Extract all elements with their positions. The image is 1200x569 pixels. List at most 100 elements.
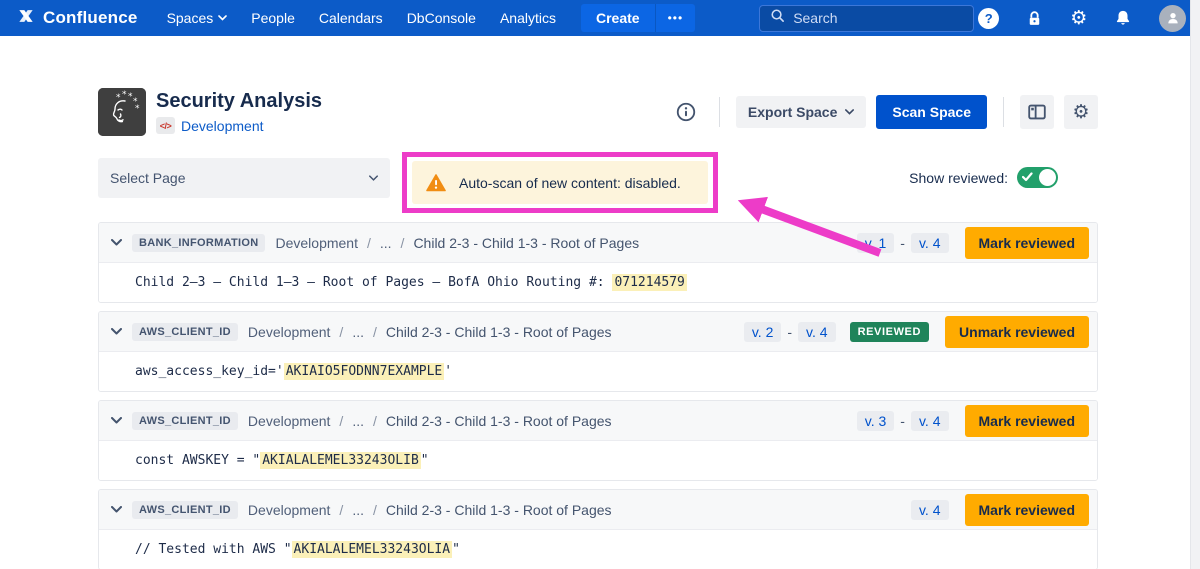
space-settings-button[interactable]: ⚙: [1064, 95, 1098, 129]
version-chip[interactable]: v. 4: [798, 322, 836, 342]
info-button[interactable]: [669, 95, 703, 129]
version-dash: -: [900, 413, 905, 429]
version-chip[interactable]: v. 1: [857, 233, 895, 253]
export-space-button[interactable]: Export Space: [736, 96, 866, 128]
code-text: aws_access_key_id=': [135, 364, 284, 379]
svg-text:*: *: [116, 93, 121, 103]
collapse-caret-icon[interactable]: [111, 239, 122, 246]
breadcrumb-page-link[interactable]: Child 2-3 - Child 1-3 - Root of Pages: [386, 502, 612, 518]
breadcrumb-separator: /: [339, 413, 343, 429]
nav-item-people[interactable]: People: [240, 5, 306, 31]
finding-card: AWS_CLIENT_ID Development / ... / Child …: [98, 489, 1098, 569]
review-action-button[interactable]: Mark reviewed: [965, 494, 1090, 526]
version-chip[interactable]: v. 2: [744, 322, 782, 342]
code-text: const AWSKEY = ": [135, 453, 260, 468]
finding-card: AWS_CLIENT_ID Development / ... / Child …: [98, 311, 1098, 392]
code-text: ": [421, 453, 429, 468]
reviewed-badge: REVIEWED: [850, 322, 929, 342]
svg-text:*: *: [135, 104, 140, 114]
secret-highlight: 071214579: [612, 274, 686, 291]
lock-icon: [1025, 9, 1044, 28]
search-bar[interactable]: [759, 5, 974, 32]
top-nav: Confluence Spaces People Calendars DbCon…: [0, 0, 1190, 36]
breadcrumb-page-link[interactable]: Child 2-3 - Child 1-3 - Root of Pages: [413, 235, 639, 251]
nav-item-analytics[interactable]: Analytics: [489, 5, 567, 31]
breadcrumb-space-link[interactable]: Development: [248, 502, 331, 518]
finding-snippet: aws_access_key_id='AKIAIO5FODNN7EXAMPLE': [99, 352, 1097, 391]
user-avatar[interactable]: [1159, 5, 1186, 32]
breadcrumb: Development / ... / Child 2-3 - Child 1-…: [248, 324, 612, 340]
finding-snippet: const AWSKEY = "AKIALALEMEL33243OLIB": [99, 441, 1097, 480]
breadcrumb-page-link[interactable]: Child 2-3 - Child 1-3 - Root of Pages: [386, 413, 612, 429]
nav-item-calendars[interactable]: Calendars: [308, 5, 394, 31]
finding-header: BANK_INFORMATION Development / ... / Chi…: [99, 223, 1097, 263]
scrollbar[interactable]: [1190, 0, 1200, 569]
create-button[interactable]: Create: [581, 4, 655, 32]
version-dash: -: [900, 235, 905, 251]
breadcrumb-separator: /: [339, 502, 343, 518]
nav-item-label: Calendars: [319, 10, 383, 26]
nav-item-label: DbConsole: [407, 10, 476, 26]
notifications-button[interactable]: [1113, 8, 1133, 28]
dev-space-icon: </>: [156, 117, 175, 134]
chevron-down-icon: [369, 175, 378, 181]
scan-space-button[interactable]: Scan Space: [876, 95, 987, 129]
collapse-caret-icon[interactable]: [111, 328, 122, 335]
breadcrumb-ellipsis[interactable]: ...: [352, 324, 364, 340]
show-reviewed-control: Show reviewed:: [909, 167, 1058, 188]
finding-snippet: Child 2–3 – Child 1–3 – Root of Pages – …: [99, 263, 1097, 302]
collapse-caret-icon[interactable]: [111, 417, 122, 424]
space-link[interactable]: Development: [181, 118, 264, 134]
search-input[interactable]: [793, 10, 963, 26]
help-button[interactable]: ?: [978, 8, 999, 29]
info-icon: [675, 101, 697, 123]
nav-item-dbconsole[interactable]: DbConsole: [396, 5, 487, 31]
collapse-caret-icon[interactable]: [111, 506, 122, 513]
version-range: v. 2-v. 4: [744, 322, 836, 342]
finding-type-badge: BANK_INFORMATION: [132, 234, 265, 252]
version-chip[interactable]: v. 4: [911, 500, 949, 520]
version-chip[interactable]: v. 4: [911, 233, 949, 253]
breadcrumb-space-link[interactable]: Development: [275, 235, 358, 251]
secret-highlight: AKIALALEMEL33243OLIA: [292, 541, 453, 558]
version-chip[interactable]: v. 4: [911, 411, 949, 431]
breadcrumb-page-link[interactable]: Child 2-3 - Child 1-3 - Root of Pages: [386, 324, 612, 340]
breadcrumb-space-link[interactable]: Development: [248, 413, 331, 429]
review-action-button[interactable]: Unmark reviewed: [945, 316, 1089, 348]
breadcrumb-ellipsis[interactable]: ...: [380, 235, 392, 251]
review-action-button[interactable]: Mark reviewed: [965, 227, 1090, 259]
breadcrumb-separator: /: [401, 235, 405, 251]
breadcrumb-separator: /: [367, 235, 371, 251]
confluence-brand[interactable]: Confluence: [16, 6, 138, 31]
nav-item-spaces[interactable]: Spaces: [156, 5, 239, 31]
breadcrumb-ellipsis[interactable]: ...: [352, 413, 364, 429]
select-page-dropdown[interactable]: Select Page: [98, 158, 390, 198]
create-more-button[interactable]: •••: [655, 4, 696, 32]
lock-button[interactable]: [1025, 9, 1044, 28]
review-action-button[interactable]: Mark reviewed: [965, 405, 1090, 437]
gear-icon: ⚙: [1072, 103, 1089, 122]
secret-highlight: AKIAIO5FODNN7EXAMPLE: [284, 363, 445, 380]
finding-type-badge: AWS_CLIENT_ID: [132, 501, 238, 519]
breadcrumb: Development / ... / Child 2-3 - Child 1-…: [248, 413, 612, 429]
version-dash: -: [787, 324, 792, 340]
breadcrumb-separator: /: [373, 324, 377, 340]
version-chip[interactable]: v. 3: [857, 411, 895, 431]
bell-icon: [1113, 8, 1133, 28]
breadcrumb-separator: /: [373, 413, 377, 429]
breadcrumb-space-link[interactable]: Development: [248, 324, 331, 340]
findings-list: BANK_INFORMATION Development / ... / Chi…: [98, 222, 1098, 569]
code-text: Child 2–3 – Child 1–3 – Root of Pages – …: [135, 275, 612, 290]
chevron-down-icon: [845, 109, 854, 115]
layout-toggle-button[interactable]: [1020, 95, 1054, 129]
nav-item-label: Analytics: [500, 10, 556, 26]
show-reviewed-toggle[interactable]: [1017, 167, 1058, 188]
settings-button[interactable]: ⚙: [1070, 9, 1087, 28]
version-range: v. 3-v. 4: [857, 411, 949, 431]
breadcrumb-ellipsis[interactable]: ...: [352, 502, 364, 518]
breadcrumb: Development / ... / Child 2-3 - Child 1-…: [248, 502, 612, 518]
version-range: v. 4: [911, 500, 949, 520]
help-icon: ?: [978, 8, 999, 29]
code-text: // Tested with AWS ": [135, 542, 292, 557]
auto-scan-warning: Auto-scan of new content: disabled.: [412, 161, 708, 204]
